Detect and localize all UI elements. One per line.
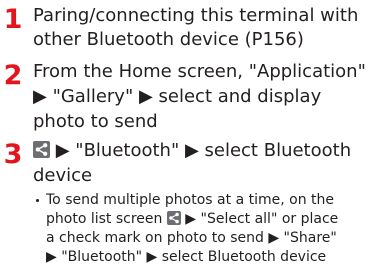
step-text-line: Paring/connecting this terminal with xyxy=(33,5,359,26)
share-icon xyxy=(166,211,181,225)
share-icon-glyph xyxy=(169,212,179,224)
step-number: 2 xyxy=(3,60,23,91)
step-text-line: other Bluetooth device (P156) xyxy=(33,29,304,50)
note-text: ▶ "Select all" or place xyxy=(180,211,339,227)
step-text-line: ▶ "Bluetooth" ▶ select Bluetooth xyxy=(33,141,351,161)
step-text-line: photo to send xyxy=(33,111,158,132)
step-text-line: From the Home screen, "Application" xyxy=(33,61,366,82)
step-number: 3 xyxy=(3,139,23,170)
step-text: ▶ "Bluetooth" ▶ select Bluetooth xyxy=(50,140,352,161)
share-icon-glyph xyxy=(35,143,48,156)
note-text: photo list screen xyxy=(46,211,167,227)
note-line: ▶ "Bluetooth" ▶ select Bluetooth device xyxy=(46,249,327,265)
bullet-dot xyxy=(36,199,39,202)
note-line: a check mark on photo to send ▶ "Share" xyxy=(46,230,337,246)
note-line: To send multiple photos at a time, on th… xyxy=(46,192,334,208)
note-line: photo list screen ▶ "Select all" or plac… xyxy=(46,211,338,227)
step-text-line: device xyxy=(33,165,93,186)
step-number: 1 xyxy=(3,4,23,35)
step-text-line: ▶ "Gallery" ▶ select and display xyxy=(33,86,322,107)
share-icon xyxy=(33,141,50,158)
